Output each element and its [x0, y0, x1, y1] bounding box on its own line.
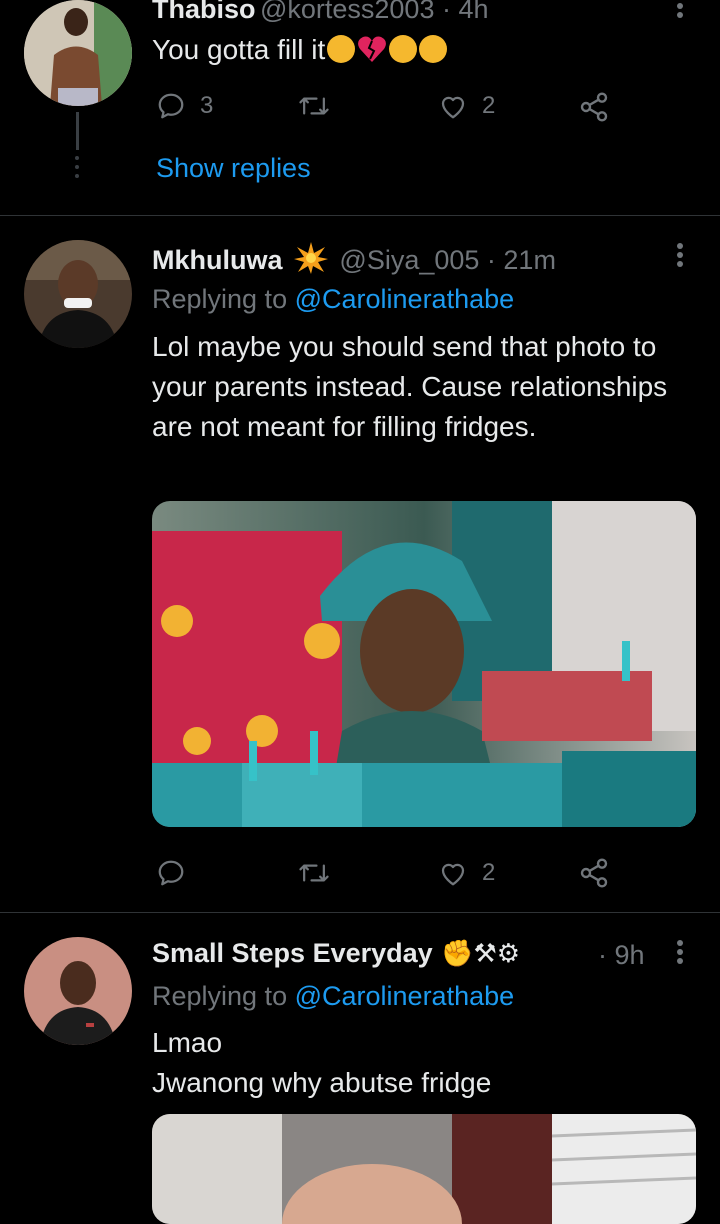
author-name[interactable]: Small Steps Everyday [152, 938, 433, 968]
author-name[interactable]: Thabiso [152, 0, 256, 24]
laundry-photo [152, 501, 696, 827]
tweet-text: You gotta fill it [152, 30, 448, 70]
broken-heart-emoji-icon [358, 36, 387, 62]
retweet-icon [299, 97, 329, 115]
avatar-mkhuluwa[interactable] [24, 240, 132, 348]
reply-button[interactable] [156, 858, 186, 888]
avatar-small-steps[interactable] [24, 937, 132, 1045]
tears-of-joy-emoji-icon [419, 35, 448, 63]
crying-face-emoji-icon [327, 35, 356, 63]
like-count: 2 [482, 92, 496, 119]
tweet-text-content: You gotta fill it [152, 34, 326, 65]
reply-icon [158, 93, 184, 119]
thread-line [76, 112, 79, 150]
tweet-text: Lol maybe you should send that photo to … [152, 331, 668, 442]
handle-and-time[interactable]: @kortess2003 · 4h [260, 0, 489, 24]
replying-to-link[interactable]: @Carolinerathabe [295, 284, 515, 314]
avatar-thabiso[interactable] [24, 0, 132, 106]
share-button[interactable] [578, 857, 610, 889]
handle-and-time[interactable]: @Siya_005 · 21m [339, 245, 556, 275]
reply-button[interactable]: 3 [156, 91, 213, 121]
replying-to: Replying to @Carolinerathabe [152, 284, 514, 315]
heart-icon [441, 863, 465, 886]
like-button[interactable]: 2 [438, 91, 495, 121]
show-replies-link[interactable]: Show replies [156, 153, 311, 184]
share-icon [580, 92, 608, 122]
like-count: 2 [482, 859, 496, 886]
share-icon [580, 858, 608, 888]
tweet-image[interactable] [152, 501, 696, 827]
replying-to: Replying to @Carolinerathabe [152, 981, 514, 1012]
more-options-icon[interactable] [675, 240, 685, 270]
more-options-icon[interactable] [675, 0, 685, 21]
replying-prefix: Replying to [152, 981, 288, 1011]
replying-to-link[interactable]: @Carolinerathabe [295, 981, 515, 1011]
share-button[interactable] [578, 91, 610, 123]
tweet-time[interactable]: · 9h [598, 940, 645, 971]
tweet-image[interactable] [152, 1114, 696, 1224]
tweet-text-line: Lmao [152, 1027, 223, 1058]
tweet-photo [152, 1114, 696, 1224]
reply-count: 3 [200, 92, 214, 119]
more-options-icon[interactable] [675, 937, 685, 967]
like-button[interactable]: 2 [438, 858, 495, 888]
divider [0, 215, 720, 216]
author-name[interactable]: Mkhuluwa [152, 245, 283, 275]
retweet-icon [299, 864, 329, 882]
retweet-button[interactable] [298, 858, 330, 888]
sparkle-emoji-icon [293, 242, 328, 274]
thread-dots [72, 156, 82, 178]
heart-icon [441, 96, 465, 119]
retweet-button[interactable] [298, 91, 330, 121]
name-badges: ✊⚒⚙ [441, 939, 521, 969]
tears-of-joy-emoji-icon [389, 35, 418, 63]
divider [0, 912, 720, 913]
replying-prefix: Replying to [152, 284, 288, 314]
reply-icon [158, 860, 184, 886]
tweet-text-line: Jwanong why abutse fridge [152, 1067, 492, 1098]
